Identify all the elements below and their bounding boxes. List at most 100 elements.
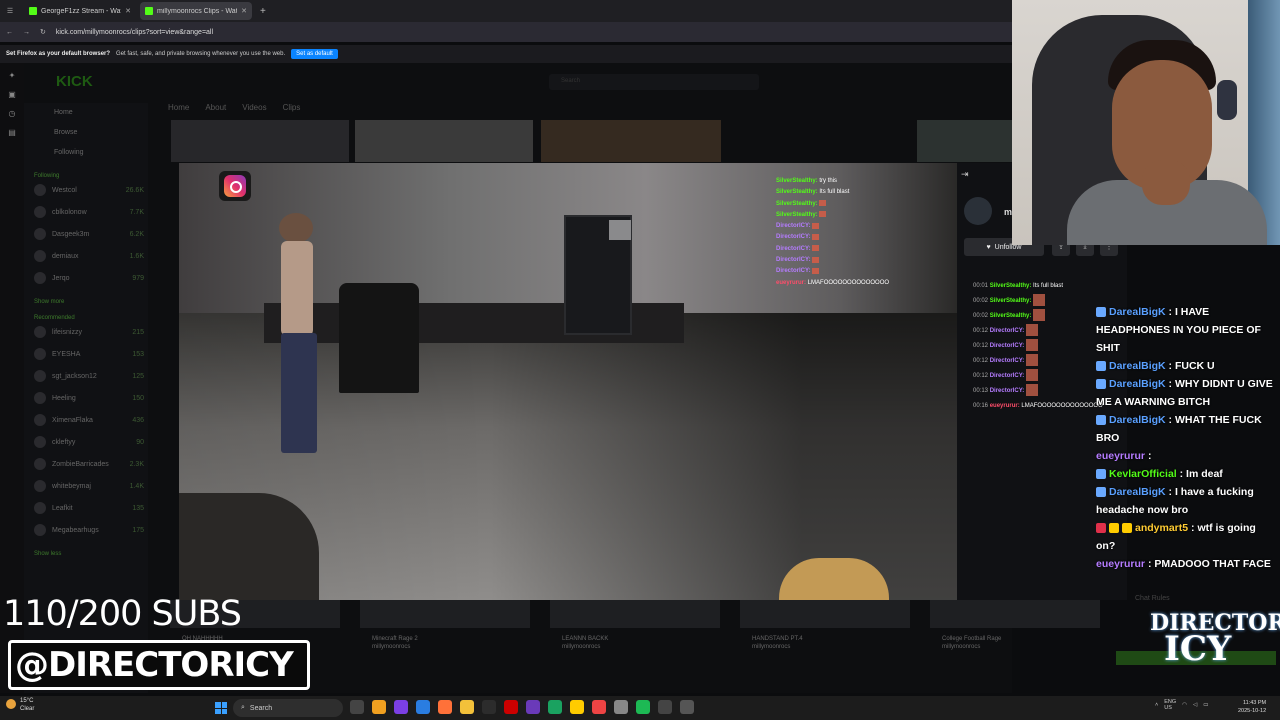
clip-thumbnail[interactable]	[541, 120, 721, 162]
replay-message: 00:12 DirectorICY:	[973, 369, 1103, 384]
sidebar-channel-item[interactable]: ZombieBarricades 2.3K	[24, 453, 148, 475]
tabs-icon[interactable]: ▤	[8, 128, 16, 137]
sidebar-channel-item[interactable]: cblkolonow 7.7K	[24, 201, 148, 223]
clip-card[interactable]: Minecraft Rage 2 millymoonrocs	[360, 600, 530, 664]
chat-message: eueyrurur: LMAFOOOOOOOOOOOOOO	[776, 278, 889, 289]
stream-chat-message: eueyrurur : PMADOOO THAT FACE	[1096, 558, 1271, 570]
close-icon[interactable]: ✕	[125, 7, 131, 15]
taskbar-app-icon[interactable]	[460, 700, 474, 714]
taskbar-app-icon[interactable]	[526, 700, 540, 714]
taskbar-app-icon[interactable]	[570, 700, 584, 714]
back-icon[interactable]: ←	[6, 29, 13, 36]
clip-card[interactable]: LEANNN BACKK millymoonrocs	[550, 600, 720, 664]
taskbar-app-icon[interactable]	[658, 700, 672, 714]
sidebar-channel-item[interactable]: demiaux 1.6K	[24, 245, 148, 267]
chat-username: SilverStealthy:	[776, 189, 818, 196]
avatar	[34, 370, 46, 382]
avatar	[34, 436, 46, 448]
replay-time: 00:12	[973, 358, 989, 364]
taskbar-app-icon[interactable]	[680, 700, 694, 714]
search-input[interactable]: Search	[549, 74, 759, 90]
history-icon[interactable]: ◷	[9, 109, 16, 118]
expand-icon[interactable]: ⇥	[961, 169, 969, 180]
battery-icon[interactable]: ▭	[1203, 702, 1208, 708]
chat-message: DirectorICY:	[776, 255, 889, 266]
sidebar-item-home[interactable]: Home	[24, 103, 148, 123]
show-more-link[interactable]: Show more	[24, 299, 148, 305]
taskbar-search[interactable]: ⌕ Search	[233, 699, 343, 717]
taskbar-clock[interactable]: 11:43 PM 2025-10-12	[1238, 699, 1266, 715]
sidebar-channel-item[interactable]: Leafkit 135	[24, 497, 148, 519]
taskbar-app-icon[interactable]	[614, 700, 628, 714]
windows-start-icon[interactable]	[215, 702, 227, 714]
show-less-link[interactable]: Show less	[24, 551, 148, 557]
sidebar-channel-item[interactable]: lifeisnizzy 215	[24, 321, 148, 343]
sidebar-channel-item[interactable]: Dasgeek3m 6.2K	[24, 223, 148, 245]
sidebar-channel-item[interactable]: whitebeymaj 1.4K	[24, 475, 148, 497]
taskbar-app-icon[interactable]	[504, 700, 518, 714]
taskbar-app-icon[interactable]	[350, 700, 364, 714]
wifi-icon[interactable]: ◠	[1182, 702, 1187, 708]
volume-icon[interactable]: ◁	[1193, 702, 1197, 708]
sidebar-channel-item[interactable]: Westcol 26.6K	[24, 179, 148, 201]
reload-icon[interactable]: ↻	[40, 28, 46, 36]
browser-tab-1[interactable]: GeorgeF1zz Stream - Watch ✕	[24, 2, 136, 20]
tab-label: GeorgeF1zz Stream - Watch	[41, 7, 122, 15]
taskbar-app-icon[interactable]	[592, 700, 606, 714]
clip-card[interactable]: HANDSTAND PT.4 millymoonrocs	[740, 600, 910, 664]
bookmark-icon[interactable]: ▣	[8, 90, 16, 99]
clip-thumbnail[interactable]	[917, 120, 1012, 162]
taskbar-app-icon[interactable]	[438, 700, 452, 714]
video-chat-overlay: SilverStealthy: try this SilverStealthy: …	[776, 176, 889, 289]
taskbar-app-icon[interactable]	[548, 700, 562, 714]
region-label: US	[1164, 705, 1172, 711]
sidebar-item-browse[interactable]: Browse	[24, 123, 148, 143]
url-text[interactable]: kick.com/millymoonrocs/clips?sort=view&r…	[56, 29, 213, 36]
kick-logo[interactable]: KICK	[56, 73, 93, 90]
sidebar-channel-item[interactable]: Heeling 150	[24, 387, 148, 409]
new-tab-icon[interactable]: +	[260, 6, 266, 17]
set-default-button[interactable]: Set as default	[291, 49, 338, 59]
sidebar-item-following[interactable]: Following	[24, 143, 148, 163]
taskbar-app-icon[interactable]	[394, 700, 408, 714]
tab-clips[interactable]: Clips	[283, 103, 301, 112]
sidebar-channel-item[interactable]: EYESHA 153	[24, 343, 148, 365]
person-legs	[281, 333, 317, 453]
tab-list-icon[interactable]: ☰	[0, 0, 20, 22]
replay-time: 00:01	[973, 283, 989, 289]
channel-avatar[interactable]	[964, 197, 992, 225]
tab-about[interactable]: About	[205, 103, 226, 112]
taskbar-app-icon[interactable]	[372, 700, 386, 714]
tab-videos[interactable]: Videos	[242, 103, 266, 112]
channel-name: Dasgeek3m	[52, 230, 90, 238]
close-icon[interactable]: ✕	[241, 7, 247, 15]
weather-widget[interactable]: 15°C Clear	[4, 697, 34, 713]
browser-tab-2[interactable]: millymoonrocs Clips - Watc ✕	[140, 2, 252, 20]
taskbar-app-icon[interactable]	[416, 700, 430, 714]
clip-card[interactable]: College Football Rage millymoonrocs	[930, 600, 1100, 664]
clip-thumbnail[interactable]	[355, 120, 533, 162]
chat-message: DirectorICY:	[776, 232, 889, 243]
replay-time: 00:02	[973, 313, 989, 319]
sidebar-channel-item[interactable]: Megabearhugs 175	[24, 519, 148, 541]
stream-chat-text: PMADOOO THAT FACE	[1154, 558, 1271, 570]
sidebar-channel-item[interactable]: sgt_jackson12 125	[24, 365, 148, 387]
sidebar-channel-item[interactable]: XimenaFlaka 436	[24, 409, 148, 431]
chat-rules[interactable]: Chat Rules	[1135, 595, 1170, 602]
tray-chevron-icon[interactable]: ˄	[1155, 702, 1158, 708]
tab-home[interactable]: Home	[168, 103, 189, 112]
streamer-handle: @DIRECTORICY	[8, 640, 310, 690]
sidebar-channel-item[interactable]: ckleftyy 90	[24, 431, 148, 453]
clip-thumbnail[interactable]	[171, 120, 349, 162]
taskbar-app-icon[interactable]	[482, 700, 496, 714]
emote-icon	[812, 256, 820, 263]
forward-icon[interactable]: →	[23, 29, 30, 36]
channel-name[interactable]: m	[1004, 207, 1012, 217]
subs-goal: 110/200 SUBS	[3, 594, 242, 634]
language-indicator[interactable]: ENG US	[1164, 699, 1176, 711]
emote-icon	[812, 233, 820, 240]
sidebar-channel-item[interactable]: Jerqo 979	[24, 267, 148, 289]
taskbar-app-icon[interactable]	[636, 700, 650, 714]
clip-thumbnail	[360, 600, 530, 628]
sparkle-icon[interactable]: ✦	[9, 71, 16, 80]
